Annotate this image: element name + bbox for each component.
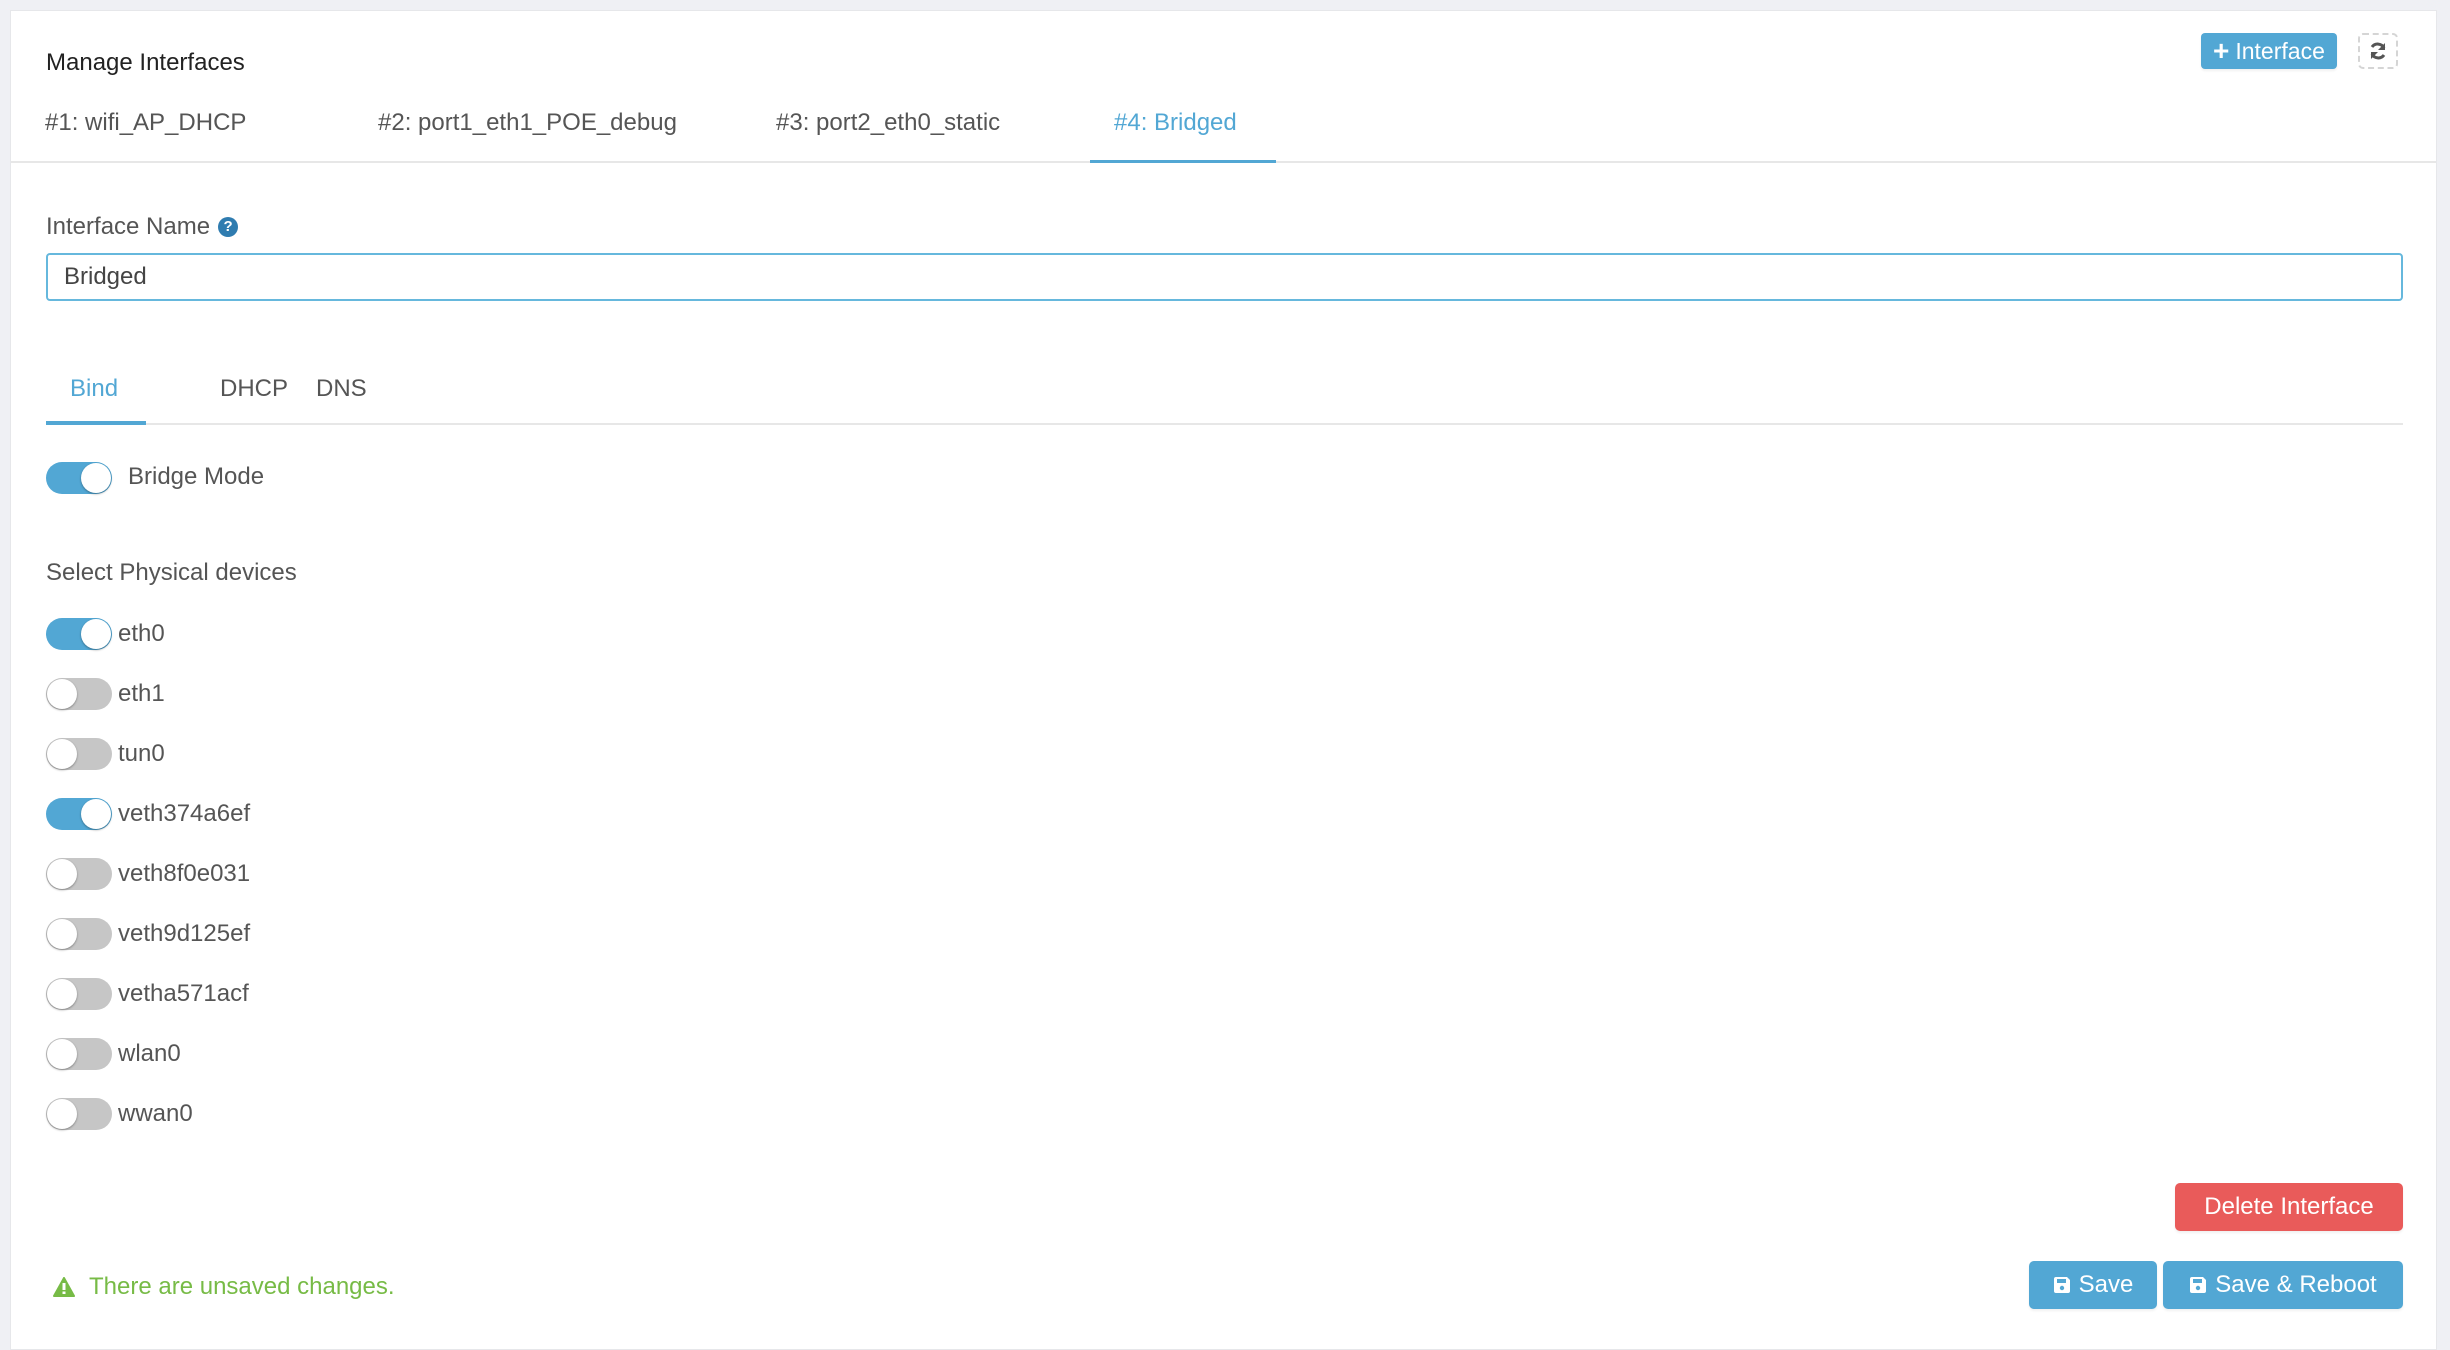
device-toggle-tun0[interactable] xyxy=(46,738,112,770)
device-toggle-eth0[interactable] xyxy=(46,618,112,650)
question-circle-icon[interactable]: ? xyxy=(218,217,239,237)
tab-interface-2[interactable]: #2: port1_eth1_POE_debug xyxy=(354,95,701,161)
device-name: veth8f0e031 xyxy=(118,860,251,887)
device-name: wlan0 xyxy=(118,1040,181,1067)
plus-icon: + xyxy=(2213,35,2230,66)
refresh-icon xyxy=(2370,42,2386,60)
device-name: vetha571acf xyxy=(118,980,249,1007)
toggle-knob xyxy=(81,619,111,649)
config-tabs: Bind DHCP DNS xyxy=(46,361,2403,425)
manage-interfaces-card: Manage Interfaces + Interface #1: wifi_A… xyxy=(10,10,2437,1350)
toggle-knob xyxy=(47,979,77,1009)
device-name: veth374a6ef xyxy=(118,800,251,827)
device-name: eth1 xyxy=(118,680,165,707)
interface-name-input[interactable] xyxy=(46,253,2403,301)
device-toggle-veth8f0e031[interactable] xyxy=(46,858,112,890)
save-reboot-label: Save & Reboot xyxy=(2215,1271,2377,1298)
toggle-knob xyxy=(47,919,77,949)
device-name: veth9d125ef xyxy=(118,920,251,947)
floppy-disk-icon xyxy=(2053,1277,2070,1293)
toggle-knob xyxy=(47,859,77,889)
device-name: wwan0 xyxy=(118,1100,193,1127)
interface-name-label-text: Interface Name xyxy=(46,213,211,240)
toggle-knob xyxy=(47,1039,77,1069)
unsaved-changes-text: There are unsaved changes. xyxy=(89,1273,395,1300)
toggle-knob xyxy=(47,1099,77,1129)
add-interface-label: Interface xyxy=(2235,38,2325,64)
unsaved-changes-notice: There are unsaved changes. xyxy=(53,1273,395,1301)
interface-tabs: #1: wifi_AP_DHCP #2: port1_eth1_POE_debu… xyxy=(11,95,2436,163)
tab-interface-3[interactable]: #3: port2_eth0_static xyxy=(752,95,1024,161)
refresh-button[interactable] xyxy=(2358,33,2398,69)
toggle-knob xyxy=(81,463,111,493)
bridge-mode-toggle[interactable] xyxy=(46,462,112,494)
tab-interface-1[interactable]: #1: wifi_AP_DHCP xyxy=(21,95,270,161)
warning-triangle-icon xyxy=(53,1277,75,1297)
toggle-knob xyxy=(47,739,77,769)
select-devices-label: Select Physical devices xyxy=(46,559,297,586)
page-title: Manage Interfaces xyxy=(46,49,245,76)
device-toggle-vetha571acf[interactable] xyxy=(46,978,112,1010)
save-label: Save xyxy=(2078,1271,2134,1298)
save-and-reboot-button[interactable]: Save & Reboot xyxy=(2163,1261,2403,1309)
toggle-knob xyxy=(81,799,111,829)
device-toggle-veth374a6ef[interactable] xyxy=(46,798,112,830)
device-name: tun0 xyxy=(118,740,165,767)
floppy-disk-icon xyxy=(2190,1277,2207,1293)
delete-interface-button[interactable]: Delete Interface xyxy=(2175,1183,2403,1231)
bridge-mode-label: Bridge Mode xyxy=(128,463,265,490)
tab-interface-4[interactable]: #4: Bridged xyxy=(1090,95,1276,163)
add-interface-button[interactable]: + Interface xyxy=(2201,33,2337,69)
device-toggle-wwan0[interactable] xyxy=(46,1098,112,1130)
save-button[interactable]: Save xyxy=(2029,1261,2157,1309)
device-toggle-wlan0[interactable] xyxy=(46,1038,112,1070)
interface-name-label: Interface Name ? xyxy=(46,213,239,241)
tab-dns[interactable]: DNS xyxy=(292,361,391,423)
device-toggle-veth9d125ef[interactable] xyxy=(46,918,112,950)
device-name: eth0 xyxy=(118,620,165,647)
tab-bind[interactable]: Bind xyxy=(46,361,146,425)
device-toggle-eth1[interactable] xyxy=(46,678,112,710)
toggle-knob xyxy=(47,679,77,709)
